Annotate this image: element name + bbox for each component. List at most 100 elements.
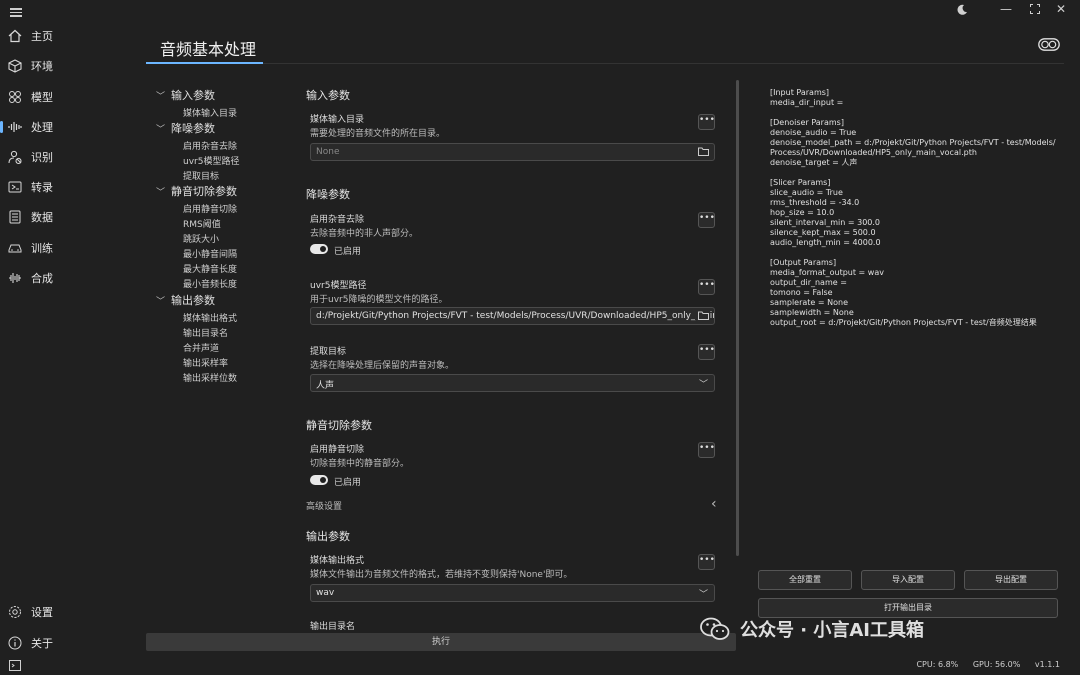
tree-item[interactable]: 最大静音长度 xyxy=(183,262,237,275)
field-title: 启用杂音去除 xyxy=(310,215,365,225)
open-output-dir-button[interactable]: 打开输出目录 xyxy=(758,598,1058,618)
models-icon xyxy=(7,89,23,105)
sidebar-item-home[interactable]: 主页 xyxy=(0,23,140,49)
tree-item[interactable]: RMS阈值 xyxy=(183,217,221,230)
import-config-button[interactable]: 导入配置 xyxy=(861,570,955,590)
wechat-icon xyxy=(700,617,730,641)
watermark-text: 公众号 · 小言AI工具箱 xyxy=(740,620,924,641)
gear-icon xyxy=(7,604,23,620)
sidebar-item-label: 转录 xyxy=(31,181,53,194)
tree-item[interactable]: 启用杂音去除 xyxy=(183,139,237,152)
sidebar-item-about[interactable]: 关于 xyxy=(0,630,140,656)
header-divider xyxy=(146,63,1064,64)
tree-group-slicer[interactable]: ﹀ 静音切除参数 xyxy=(156,183,237,199)
target-select[interactable]: 人声 ﹀ xyxy=(310,374,715,392)
tree-group-output[interactable]: ﹀ 输出参数 xyxy=(156,292,215,308)
tree-item[interactable]: 启用静音切除 xyxy=(183,202,237,215)
tree-item[interactable]: 提取目标 xyxy=(183,169,219,182)
status-bar: CPU: 6.8% GPU: 56.0% v1.1.1 xyxy=(904,660,1060,669)
slicer-toggle[interactable] xyxy=(310,475,328,485)
tree-item[interactable]: 输出采样率 xyxy=(183,356,228,369)
sidebar-item-synthesize[interactable]: 合成 xyxy=(0,265,140,291)
tree-item[interactable]: 最小静音间隔 xyxy=(183,247,237,260)
maximize-icon[interactable] xyxy=(1030,4,1040,14)
sidebar-item-process[interactable]: 处理 xyxy=(0,114,140,140)
denoise-more-button[interactable]: ••• xyxy=(698,212,715,228)
theme-moon-icon[interactable] xyxy=(956,4,968,16)
field-title: uvr5模型路径 xyxy=(310,281,367,291)
sidebar-item-label: 训练 xyxy=(31,242,53,255)
tree-item[interactable]: 输出目录名 xyxy=(183,326,228,339)
sidebar-item-train[interactable]: 训练 xyxy=(0,235,140,261)
sidebar-item-transcribe[interactable]: 转录 xyxy=(0,174,140,200)
tree-group-denoise[interactable]: ﹀ 降噪参数 xyxy=(156,120,215,136)
params-preview-text: [Input Params] media_dir_input = [Denois… xyxy=(770,88,1056,327)
chevron-down-icon: ﹀ xyxy=(698,380,708,390)
title-underline xyxy=(146,62,263,64)
cube-icon xyxy=(7,58,23,74)
field-desc: 去除音频中的非人声部分。 xyxy=(310,229,419,239)
field-desc: 用于uvr5降噪的模型文件的路径。 xyxy=(310,295,448,305)
sidebar: 主页 环境 模型 处理 识别 转录 数据 训练 合成 设置 关于 xyxy=(0,0,146,675)
tree-item[interactable]: uvr5模型路径 xyxy=(183,154,239,167)
tree-item[interactable]: 合并声道 xyxy=(183,341,219,354)
slicer-more-button[interactable]: ••• xyxy=(698,442,715,458)
menu-icon[interactable] xyxy=(10,6,22,19)
chevron-down-icon: ﹀ xyxy=(156,296,166,307)
field-desc: 切除音频中的静音部分。 xyxy=(310,459,410,469)
tree-item[interactable]: 最小音频长度 xyxy=(183,277,237,290)
target-more-button[interactable]: ••• xyxy=(698,344,715,360)
export-config-button[interactable]: 导出配置 xyxy=(964,570,1058,590)
settings-scrollbar[interactable] xyxy=(736,80,739,556)
field-title: 提取目标 xyxy=(310,347,347,357)
chevron-down-icon: ﹀ xyxy=(156,187,166,198)
format-select[interactable]: wav ﹀ xyxy=(310,584,715,602)
section-title-output: 输出参数 xyxy=(306,530,350,543)
cpu-usage: CPU: 6.8% xyxy=(916,660,959,669)
field-desc: 选择在降噪处理后保留的声音对象。 xyxy=(310,361,455,371)
sidebar-item-settings[interactable]: 设置 xyxy=(0,599,140,625)
sidebar-item-label: 模型 xyxy=(31,91,53,104)
run-button[interactable]: 执行 xyxy=(146,633,736,651)
close-icon[interactable]: ✕ xyxy=(1056,2,1066,16)
select-value: 人声 xyxy=(316,381,335,391)
field-title: 输出目录名 xyxy=(310,622,356,632)
tree-group-label: 静音切除参数 xyxy=(171,185,237,198)
minimize-icon[interactable]: — xyxy=(1000,2,1012,16)
sidebar-item-environment[interactable]: 环境 xyxy=(0,53,140,79)
tree-item[interactable]: 跳跃大小 xyxy=(183,232,219,245)
sidebar-item-recognize[interactable]: 识别 xyxy=(0,144,140,170)
sidebar-item-data[interactable]: 数据 xyxy=(0,204,140,230)
model-path-more-button[interactable]: ••• xyxy=(698,279,715,295)
select-value: wav xyxy=(316,588,335,598)
layout-toggle-icon[interactable] xyxy=(1038,38,1060,51)
version-label: v1.1.1 xyxy=(1034,660,1060,669)
advanced-settings-link[interactable]: 高级设置 xyxy=(306,499,342,512)
sidebar-item-label: 识别 xyxy=(31,151,53,164)
section-title-denoise: 降噪参数 xyxy=(306,188,350,201)
toggle-label: 已启用 xyxy=(334,247,362,257)
reset-all-button[interactable]: 全部重置 xyxy=(758,570,852,590)
input-placeholder: None xyxy=(316,147,340,157)
format-more-button[interactable]: ••• xyxy=(698,554,715,570)
info-icon xyxy=(7,635,23,651)
sidebar-item-label: 合成 xyxy=(31,272,53,285)
console-icon[interactable] xyxy=(9,660,21,671)
model-path-input[interactable]: d:/Projekt/Git/Python Projects/FVT - tes… xyxy=(310,307,715,325)
tree-item[interactable]: 输出采样位数 xyxy=(183,371,237,384)
media-dir-more-button[interactable]: ••• xyxy=(698,114,715,130)
sidebar-item-models[interactable]: 模型 xyxy=(0,84,140,110)
home-icon xyxy=(7,28,23,44)
input-value: d:/Projekt/Git/Python Projects/FVT - tes… xyxy=(316,311,714,321)
media-dir-input[interactable]: None xyxy=(310,143,715,161)
tree-item[interactable]: 媒体输入目录 xyxy=(183,106,237,119)
waveform-icon xyxy=(7,119,23,135)
chevron-left-icon[interactable]: ‹ xyxy=(711,496,717,512)
folder-icon[interactable] xyxy=(695,311,709,320)
toggle-label: 已启用 xyxy=(334,478,362,488)
denoise-toggle[interactable] xyxy=(310,244,328,254)
tree-item[interactable]: 媒体输出格式 xyxy=(183,311,237,324)
tree-group-input[interactable]: ﹀ 输入参数 xyxy=(156,87,215,103)
folder-icon[interactable] xyxy=(698,147,709,156)
tree-group-label: 降噪参数 xyxy=(171,122,215,135)
